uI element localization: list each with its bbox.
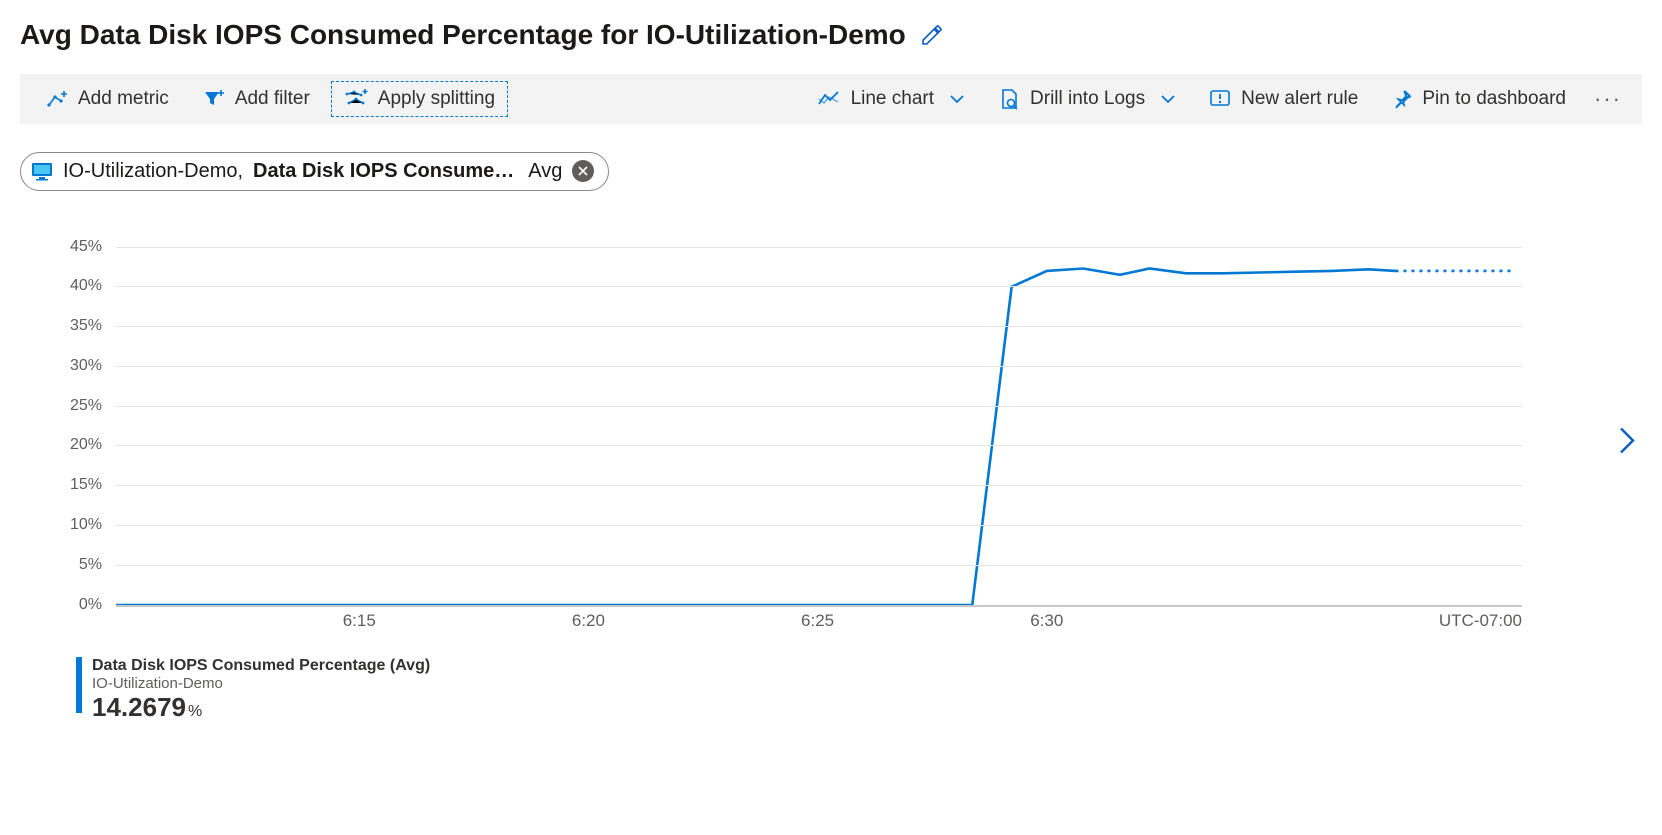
metric-chip-resource: IO-Utilization-Demo, <box>63 160 243 183</box>
chart-plot-area[interactable]: 0%5%10%15%20%25%30%35%40%45% <box>116 247 1522 605</box>
y-axis-tick-label: 15% <box>70 476 116 494</box>
y-axis-tick-label: 25% <box>70 397 116 415</box>
gridline <box>116 565 1522 566</box>
y-axis-tick-label: 40% <box>70 277 116 295</box>
x-axis-tick-label: 6:30 <box>1030 611 1063 631</box>
y-axis-tick-label: 10% <box>70 516 116 534</box>
gridline <box>116 605 1522 607</box>
metric-chip[interactable]: IO-Utilization-Demo, Data Disk IOPS Cons… <box>20 152 609 191</box>
add-metric-label: Add metric <box>78 88 169 110</box>
splitting-icon <box>344 89 368 109</box>
drill-into-logs-label: Drill into Logs <box>1030 88 1145 110</box>
legend-metric-name: Data Disk IOPS Consumed Percentage (Avg) <box>92 657 430 675</box>
add-metric-button[interactable]: Add metric <box>34 82 181 116</box>
line-chart-icon <box>817 89 841 109</box>
add-metric-icon <box>46 89 68 109</box>
chart-type-dropdown[interactable]: Line chart <box>805 82 976 116</box>
y-axis-tick-label: 0% <box>79 596 116 614</box>
metric-chip-aggregation: Avg <box>528 160 562 183</box>
gridline <box>116 247 1522 248</box>
pin-to-dashboard-label: Pin to dashboard <box>1422 88 1566 110</box>
y-axis-tick-label: 35% <box>70 317 116 335</box>
chevron-down-icon <box>950 88 964 110</box>
new-alert-rule-button[interactable]: New alert rule <box>1197 82 1370 116</box>
legend-resource-name: IO-Utilization-Demo <box>92 675 430 692</box>
gridline <box>116 366 1522 367</box>
metrics-chart: 0%5%10%15%20%25%30%35%40%45% UTC-07:00 6… <box>20 247 1642 639</box>
gridline <box>116 326 1522 327</box>
filter-icon <box>203 89 225 109</box>
gridline <box>116 286 1522 287</box>
gridline <box>116 406 1522 407</box>
x-axis-tick-label: 6:15 <box>343 611 376 631</box>
y-axis-tick-label: 45% <box>70 238 116 256</box>
vm-resource-icon <box>31 160 53 182</box>
alert-icon <box>1209 89 1231 109</box>
edit-title-icon[interactable] <box>920 23 944 47</box>
add-filter-button[interactable]: Add filter <box>191 82 322 116</box>
x-axis-tick-label: 6:25 <box>801 611 834 631</box>
y-axis-tick-label: 20% <box>70 436 116 454</box>
apply-splitting-label: Apply splitting <box>378 88 495 110</box>
gridline <box>116 525 1522 526</box>
legend-color-swatch <box>76 657 82 713</box>
scroll-right-button[interactable] <box>1618 425 1636 460</box>
x-axis-tick-label: 6:20 <box>572 611 605 631</box>
drill-into-logs-button[interactable]: Drill into Logs <box>986 82 1187 116</box>
y-axis-tick-label: 30% <box>70 357 116 375</box>
metric-chip-metric: Data Disk IOPS Consume… <box>253 160 514 183</box>
page-title: Avg Data Disk IOPS Consumed Percentage f… <box>20 18 906 52</box>
y-axis-tick-label: 5% <box>79 556 116 574</box>
gridline <box>116 485 1522 486</box>
more-actions-button[interactable]: ··· <box>1588 86 1628 112</box>
pin-to-dashboard-button[interactable]: Pin to dashboard <box>1380 82 1578 116</box>
chevron-down-icon <box>1161 88 1175 110</box>
chart-x-axis: UTC-07:00 6:15 6:20 6:25 6:30 <box>116 611 1522 639</box>
logs-icon <box>998 88 1020 110</box>
metrics-toolbar: Add metric Add filter Apply splitting Li… <box>20 74 1642 124</box>
pin-icon <box>1392 89 1412 109</box>
new-alert-rule-label: New alert rule <box>1241 88 1358 110</box>
remove-metric-icon[interactable] <box>572 160 594 182</box>
chart-line-series <box>116 247 1522 605</box>
chart-type-label: Line chart <box>851 88 934 110</box>
timezone-label: UTC-07:00 <box>1439 611 1522 631</box>
legend-value: 14.2679% <box>92 692 430 723</box>
legend-item[interactable]: Data Disk IOPS Consumed Percentage (Avg)… <box>76 657 1642 723</box>
apply-splitting-button[interactable]: Apply splitting <box>332 82 507 116</box>
add-filter-label: Add filter <box>235 88 310 110</box>
gridline <box>116 445 1522 446</box>
